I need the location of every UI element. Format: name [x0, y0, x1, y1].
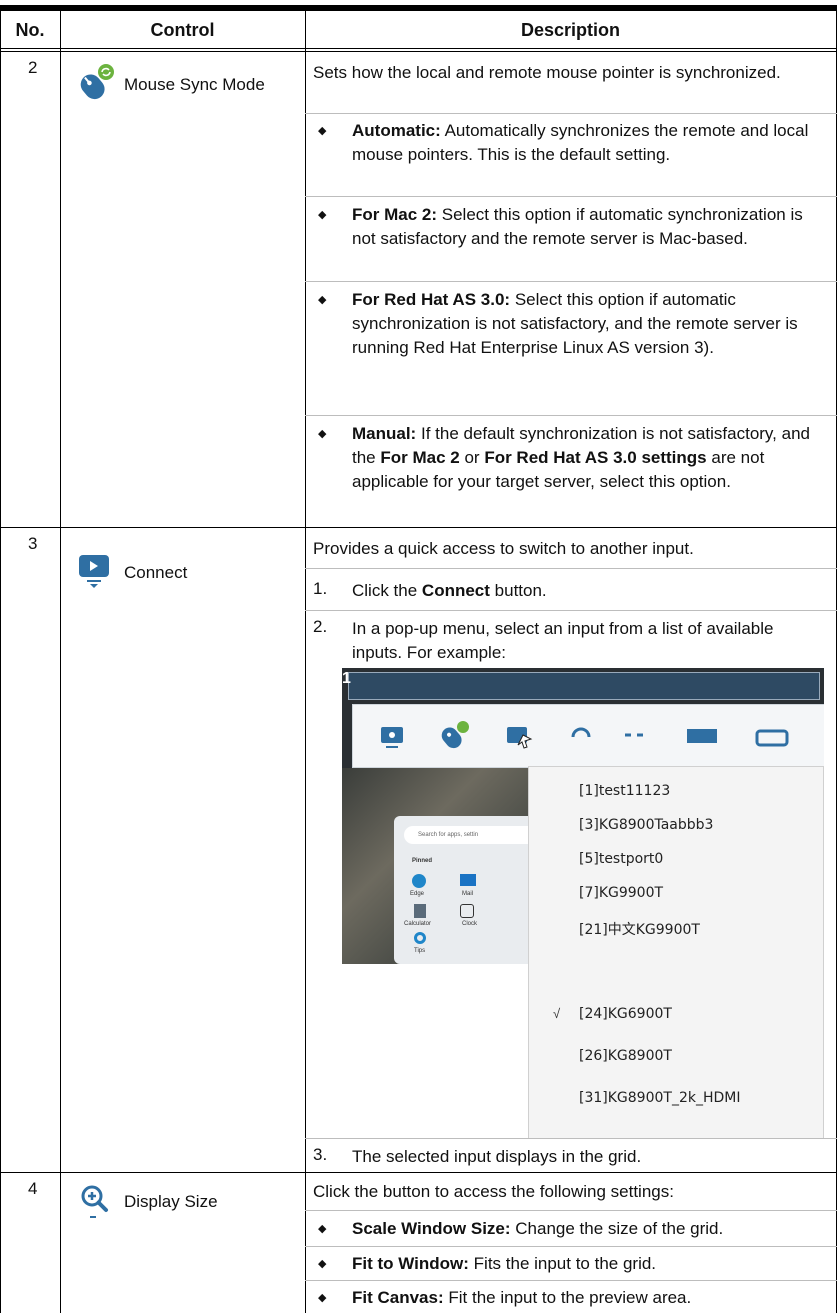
list-item: Click the Connect button.: [352, 581, 547, 600]
row-rule: [0, 1172, 837, 1173]
settings-monitor-icon: [381, 727, 403, 748]
separator: [305, 1280, 837, 1281]
separator: [305, 1138, 837, 1139]
separator: [305, 1246, 837, 1247]
menu-item[interactable]: [7]KG9900T: [579, 885, 663, 901]
window-outline-icon: [755, 729, 789, 747]
row-intro: Sets how the local and remote mouse poin…: [313, 63, 781, 82]
bullet-icon: ◆: [318, 209, 327, 221]
step-number: 2.: [313, 617, 328, 636]
separator: [305, 415, 837, 416]
connect-monitor-icon: [507, 727, 533, 749]
app-label: Calculator: [404, 921, 432, 927]
bullet-icon: ◆: [318, 1223, 327, 1235]
menu-item[interactable]: [5]testport0: [579, 851, 663, 867]
list-item: For Mac 2: Select this option if automat…: [352, 205, 803, 248]
list-item: Scale Window Size: Change the size of th…: [352, 1219, 724, 1238]
list-item: Automatic: Automatically synchronizes th…: [352, 121, 809, 164]
row-number: 4: [28, 1179, 38, 1198]
header-rule: [0, 48, 837, 49]
row-intro: Provides a quick access to switch to ano…: [313, 539, 694, 558]
mouse-sync-icon: [441, 721, 469, 749]
table-col-divider: [60, 5, 61, 1313]
control-label: Connect: [124, 563, 188, 582]
menu-item[interactable]: [31]KG8900T_2k_HDMI: [579, 1090, 740, 1106]
header-control: Control: [150, 19, 215, 40]
list-item: In a pop-up menu, select an input from a…: [352, 619, 774, 662]
screenshot-lower: √ [24]KG6900T [26]KG8900T [31]KG8900T_2k…: [342, 964, 824, 1138]
control-label: Display Size: [124, 1192, 218, 1211]
bullet-icon: ◆: [318, 1292, 327, 1304]
app-label: Mail: [462, 891, 474, 897]
corner-label: 1: [342, 670, 351, 687]
connect-monitor-icon: [76, 552, 112, 590]
window-titlebar: [348, 672, 820, 700]
menu-item[interactable]: [21]中文KG9900T: [579, 919, 700, 939]
zoom-in-icon: [80, 1184, 110, 1220]
menu-item[interactable]: [3]KG8900Taabbb3: [579, 817, 713, 833]
edge-icon: [412, 874, 426, 888]
pinned-label: Pinned: [412, 858, 433, 864]
window-icon: [687, 729, 717, 743]
separator: [305, 1210, 837, 1211]
step-number: 3.: [313, 1145, 328, 1164]
mouse-sync-icon: [74, 62, 118, 102]
list-item: Fit to Window: Fits the input to the gri…: [352, 1254, 657, 1273]
separator: [305, 113, 837, 114]
header-rule-double: [0, 51, 837, 52]
search-field: Search for apps, settin: [404, 826, 544, 844]
list-item: Fit Canvas: Fit the input to the preview…: [352, 1288, 692, 1307]
control-label: Mouse Sync Mode: [124, 75, 265, 94]
gauge-icon: [571, 727, 591, 738]
separator: [305, 196, 837, 197]
bullet-icon: ◆: [318, 428, 327, 440]
separator: [305, 610, 837, 611]
tips-icon: [414, 932, 426, 944]
input-menu-lower: √ [24]KG6900T [26]KG8900T [31]KG8900T_2k…: [528, 964, 824, 1138]
table-col-divider: [305, 5, 306, 1313]
app-label: Clock: [462, 921, 478, 927]
separator: [305, 568, 837, 569]
row-rule: [0, 527, 837, 528]
toolbar: [352, 704, 824, 768]
bullet-icon: ◆: [318, 1258, 327, 1270]
list-item: For Red Hat AS 3.0: Select this option i…: [352, 290, 798, 357]
calculator-icon: [414, 904, 426, 918]
menu-item[interactable]: [26]KG8900T: [579, 1048, 672, 1064]
app-label: Tips: [414, 948, 426, 954]
check-icon: √: [553, 1006, 561, 1021]
separator: [305, 281, 837, 282]
row-intro: Click the button to access the following…: [313, 1182, 674, 1201]
header-no: No.: [15, 19, 45, 40]
step-number: 1.: [313, 579, 328, 598]
mail-icon: [460, 874, 476, 886]
row-number: 2: [28, 58, 38, 77]
clock-icon: [460, 904, 474, 918]
list-item: The selected input displays in the grid.: [352, 1147, 642, 1166]
row-number: 3: [28, 534, 38, 553]
menu-item[interactable]: [24]KG6900T: [579, 1006, 672, 1022]
table-border-left: [0, 5, 1, 1313]
input-menu: [1]test11123 [3]KG8900Taabbb3 [5]testpor…: [528, 766, 824, 964]
example-screenshot: 1 Search for apps, settin Pinned Edge Ma…: [342, 668, 824, 964]
bullet-icon: ◆: [318, 125, 327, 137]
list-item: Manual: If the default synchronization i…: [352, 424, 810, 491]
header-description: Description: [520, 19, 621, 40]
app-label: Edge: [410, 891, 425, 897]
bullet-icon: ◆: [318, 294, 327, 306]
menu-item[interactable]: [1]test11123: [579, 783, 670, 799]
